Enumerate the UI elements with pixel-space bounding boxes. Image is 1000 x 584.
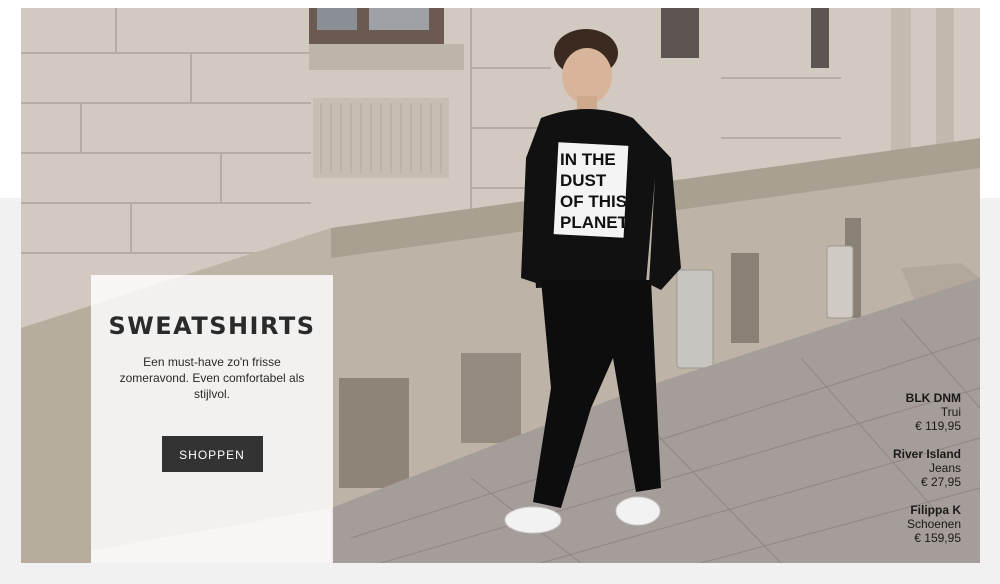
credit-item-type: Trui bbox=[940, 405, 961, 419]
credit-item[interactable]: River Island Jeans € 27,95 bbox=[893, 447, 961, 489]
shirt-print-line: IN THE bbox=[560, 150, 616, 169]
credit-item-type: Jeans bbox=[928, 461, 961, 475]
shop-button[interactable]: SHOPPEN bbox=[161, 436, 263, 472]
credit-price: € 119,95 bbox=[915, 419, 961, 433]
credit-brand: River Island bbox=[892, 447, 961, 461]
credit-item[interactable]: BLK DNM Trui € 119,95 bbox=[893, 391, 961, 433]
promo-description: Een must-have zo'n frisse zomeravond. Ev… bbox=[119, 355, 305, 401]
credit-price: € 159,95 bbox=[914, 531, 961, 545]
credit-brand: Filippa K bbox=[910, 503, 961, 517]
shirt-print-line: PLANET bbox=[560, 213, 629, 232]
credit-item[interactable]: Filippa K Schoenen € 159,95 bbox=[893, 503, 961, 545]
credit-brand: BLK DNM bbox=[905, 391, 961, 405]
promo-title: SWEATSHIRTS bbox=[108, 312, 316, 340]
credit-price: € 27,95 bbox=[920, 475, 961, 489]
product-credits: BLK DNM Trui € 119,95 River Island Jeans… bbox=[893, 391, 961, 559]
promo-box: SWEATSHIRTS Een must-have zo'n frisse zo… bbox=[91, 275, 333, 563]
shirt-print-line: OF THIS bbox=[560, 192, 627, 211]
credit-item-type: Schoenen bbox=[906, 517, 961, 531]
shirt-print-line: DUST bbox=[560, 171, 607, 190]
